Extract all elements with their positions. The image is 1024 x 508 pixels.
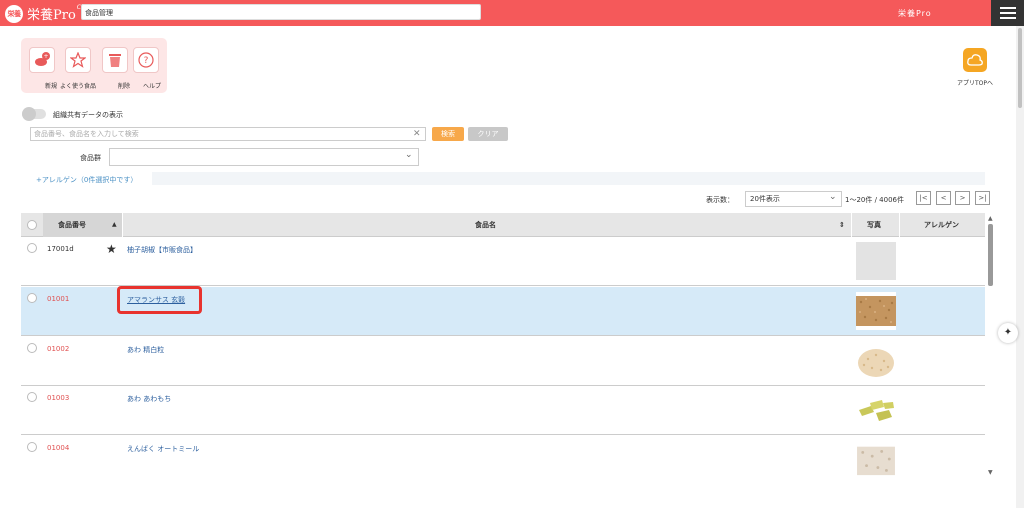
cloud-icon [963,48,987,72]
favorite-label: よく使う食品 [59,83,97,90]
logo-text: 栄養Pro [27,8,76,23]
row-radio[interactable] [27,442,37,452]
column-divider [899,213,900,237]
help-label: ヘルプ [142,83,161,90]
per-page-label: 表示数： [706,196,734,204]
table-scroll-up-icon[interactable]: ▲ [988,215,993,222]
photo-header: 写真 [867,221,881,229]
svg-text:+: + [43,53,48,60]
food-name-link[interactable]: えんばく オートミール [127,444,199,454]
sparkle-icon[interactable]: ✦ [998,323,1018,343]
new-button[interactable]: + 新規 [27,47,57,92]
help-icon: ? [133,47,159,73]
next-page-button[interactable]: > [955,191,970,205]
food-name-link[interactable]: 柚子胡椒【市販食品】 [127,245,197,255]
new-food-icon: + [29,47,55,73]
header-search-input[interactable]: 食品管理 [81,4,481,20]
food-photo [856,391,896,429]
app-top-label: アプリTOPへ [956,80,993,87]
action-toolbar: + 新規 よく使う食品 削除 ? ヘルプ [21,38,167,93]
favorite-foods-button[interactable]: よく使う食品 [59,47,97,92]
table-row[interactable]: 01002 あわ 精白粒 [21,337,985,386]
food-code: 17001d [47,245,74,253]
chevron-down-icon[interactable]: ⌄ [405,150,413,160]
food-photo [856,342,896,380]
share-data-label: 組織共有データの表示 [53,111,123,119]
prev-page-button[interactable]: < [936,191,951,205]
user-name[interactable]: 栄養Pro [898,8,932,19]
sort-code-header[interactable]: 食品番号 ▲ [43,213,122,237]
allergen-header: アレルゲン [924,221,959,229]
table-row[interactable]: 01004 えんばく オートミール [21,436,985,480]
trash-icon [102,47,128,73]
sort-both-icon: ⇕ [839,221,845,229]
food-name-link[interactable]: あわ 精白粒 [127,345,164,355]
row-radio[interactable] [27,392,37,402]
food-group-select[interactable] [109,148,419,166]
table-row[interactable]: 17001d ★ 柚子胡椒【市販食品】 [21,237,985,286]
row-radio[interactable] [27,343,37,353]
search-button[interactable]: 検索 [432,127,464,141]
column-divider [122,213,123,237]
last-page-button[interactable]: >| [975,191,990,205]
allergen-filter-bar [152,172,985,185]
sort-name-header[interactable]: 食品名 ⇕ [123,213,850,237]
table-header: 食品番号 ▲ 食品名 ⇕ 写真 アレルゲン [21,213,985,237]
delete-button[interactable]: 削除 [100,47,130,92]
row-radio[interactable] [27,293,37,303]
logo-badge: 栄養 [5,4,23,23]
food-photo-placeholder [856,242,896,280]
result-range: 1〜20件 / 4006件 [845,196,904,204]
food-photo [857,441,895,477]
column-divider [851,213,852,237]
delete-label: 削除 [117,83,130,90]
allergen-filter-link[interactable]: +アレルゲン（0件選択中です） [36,175,137,185]
food-code: 01004 [47,444,70,452]
new-label: 新規 [44,83,57,90]
table-scroll-down-icon[interactable]: ▼ [988,469,993,476]
select-all-radio[interactable] [27,220,37,230]
food-name-link[interactable]: あわ あわもち [127,394,171,404]
first-page-button[interactable]: |< [916,191,931,205]
svg-text:?: ? [144,56,149,66]
help-button[interactable]: ? ヘルプ [131,47,161,92]
per-page-select[interactable]: 20件表示 [745,191,842,207]
star-outline-icon [65,47,91,73]
row-radio[interactable] [27,243,37,253]
food-search-input[interactable]: 食品番号、食品名を入力して検索 [30,127,426,141]
chevron-down-icon[interactable]: ⌄ [829,192,837,202]
page-scrollbar-thumb[interactable] [1018,28,1022,108]
highlight-box [117,286,202,314]
hamburger-icon[interactable] [991,0,1024,26]
food-code: 01002 [47,345,70,353]
table-row[interactable]: 01003 あわ あわもち [21,386,985,435]
food-code: 01001 [47,295,70,303]
clear-search-icon[interactable]: ✕ [413,127,421,141]
clear-button[interactable]: クリア [468,127,508,141]
star-filled-icon[interactable]: ★ [106,242,117,256]
food-group-label: 食品群 [80,154,101,162]
table-scrollbar-thumb[interactable] [988,224,993,286]
food-code: 01003 [47,394,70,402]
sort-asc-icon: ▲ [112,221,117,228]
share-data-toggle-knob[interactable] [22,107,36,121]
app-top-button[interactable]: アプリTOPへ [951,48,999,87]
food-photo [856,292,896,330]
